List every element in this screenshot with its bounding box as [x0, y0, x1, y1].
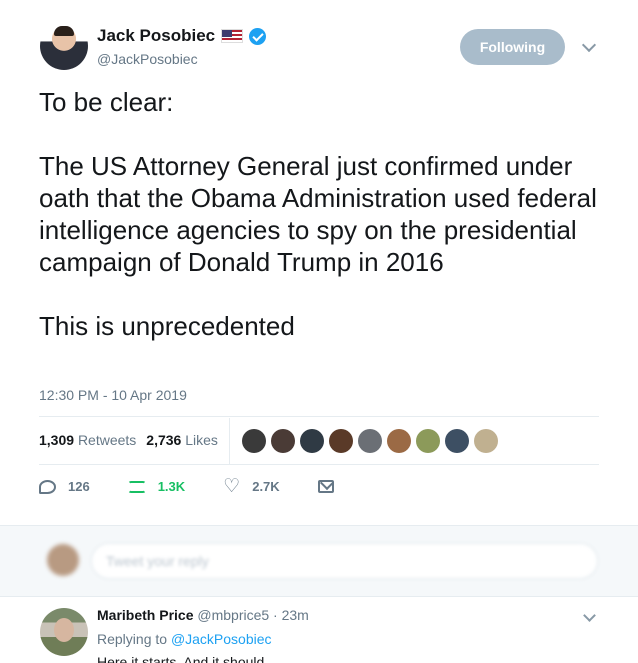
retweets-count: 1,309: [39, 432, 75, 448]
author-name-row: Jack Posobiec: [97, 26, 267, 46]
tweet-stats: 1,309 Retweets 2,736 Likes: [39, 432, 218, 448]
tweet-timestamp[interactable]: 12:30 PM - 10 Apr 2019: [39, 387, 187, 403]
liker-avatar[interactable]: [445, 429, 469, 453]
tweet-detail: Jack Posobiec @JackPosobiec Following To…: [0, 0, 638, 525]
author-handle[interactable]: @JackPosobiec: [97, 51, 198, 67]
verified-badge-icon: [249, 27, 267, 45]
reply-icon: [39, 479, 56, 494]
replying-label: Replying to: [97, 631, 168, 647]
following-button[interactable]: Following: [460, 29, 565, 65]
liker-avatar[interactable]: [271, 429, 295, 453]
liker-avatar[interactable]: [358, 429, 382, 453]
liker-avatar[interactable]: [329, 429, 353, 453]
tweet-paragraph: To be clear:: [39, 87, 174, 117]
like-count: 2.7K: [252, 479, 280, 494]
reply-text: Here it starts. And it should: [97, 654, 265, 663]
author-avatar[interactable]: [40, 22, 88, 70]
envelope-icon: [317, 480, 334, 493]
liker-avatar[interactable]: [474, 429, 498, 453]
reply-count: 126: [68, 479, 90, 494]
chevron-down-icon[interactable]: [583, 609, 596, 622]
likes-stat[interactable]: 2,736 Likes: [146, 432, 218, 448]
author-name[interactable]: Jack Posobiec: [97, 26, 215, 46]
tweet-text: To be clear: The US Attorney General jus…: [39, 86, 629, 374]
avatar[interactable]: [40, 608, 88, 656]
current-user-avatar: [47, 544, 79, 576]
reply-author-meta: @mbprice5 · 23m: [197, 607, 309, 623]
retweet-icon: [127, 480, 146, 493]
retweets-label: Retweets: [77, 432, 137, 448]
divider: [39, 416, 599, 417]
likes-label: Likes: [185, 432, 218, 448]
liker-avatar[interactable]: [387, 429, 411, 453]
liker-avatars: [242, 429, 498, 453]
reply-author-row: Maribeth Price @mbprice5 · 23m: [97, 607, 309, 623]
replying-to: Replying to @JackPosobiec: [97, 631, 272, 647]
reply-composer: Tweet your reply: [0, 525, 638, 597]
chevron-down-icon[interactable]: [581, 37, 597, 53]
liker-avatar[interactable]: [300, 429, 324, 453]
us-flag-icon: [221, 29, 244, 43]
retweet-button[interactable]: 1.3K: [127, 479, 186, 494]
retweet-count: 1.3K: [157, 479, 186, 494]
tweet-paragraph: The US Attorney General just confirmed u…: [39, 151, 597, 277]
retweets-stat[interactable]: 1,309 Retweets: [39, 432, 136, 448]
liker-avatar[interactable]: [416, 429, 440, 453]
likes-count: 2,736: [146, 432, 182, 448]
direct-message-button[interactable]: [317, 480, 334, 493]
divider: [229, 418, 230, 464]
replying-to-link[interactable]: @JackPosobiec: [171, 631, 272, 647]
reply-author-name[interactable]: Maribeth Price: [97, 607, 193, 623]
divider: [39, 464, 599, 465]
tweet-paragraph: This is unprecedented: [39, 311, 295, 341]
like-button[interactable]: ♡ 2.7K: [223, 477, 280, 496]
tweet-actions: 126 1.3K ♡ 2.7K: [39, 477, 372, 496]
reply-button[interactable]: 126: [39, 479, 90, 494]
reply-tweet[interactable]: Maribeth Price @mbprice5 · 23m Replying …: [0, 598, 638, 663]
liker-avatar[interactable]: [242, 429, 266, 453]
heart-icon: ♡: [223, 476, 241, 497]
reply-input[interactable]: Tweet your reply: [91, 543, 598, 579]
